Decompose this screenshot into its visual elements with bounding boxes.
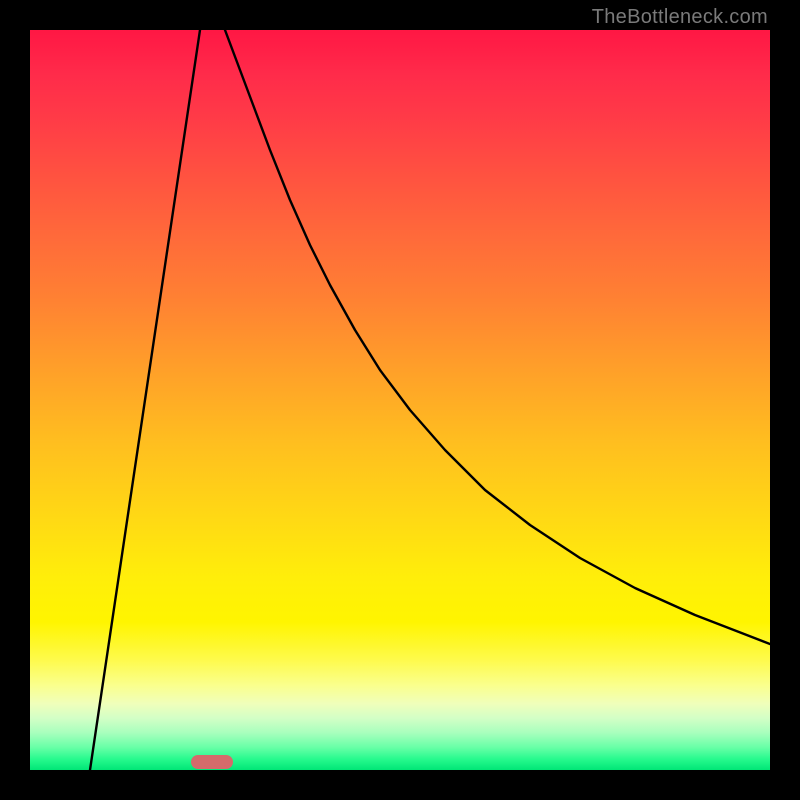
bottleneck-curve — [90, 30, 770, 770]
curve-layer — [30, 30, 770, 770]
chart-container: TheBottleneck.com — [0, 0, 800, 800]
watermark-text: TheBottleneck.com — [592, 6, 768, 29]
plot-area — [30, 30, 770, 770]
optimal-marker — [191, 755, 233, 769]
